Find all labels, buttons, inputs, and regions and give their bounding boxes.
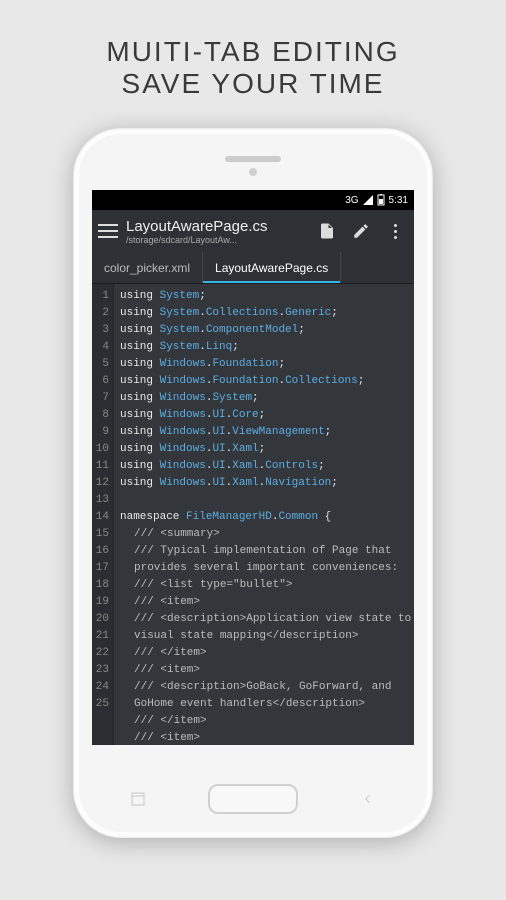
- file-title: LayoutAwarePage.cs: [126, 218, 306, 235]
- code-line[interactable]: /// </item>: [120, 713, 412, 730]
- line-number: 5: [94, 356, 109, 373]
- line-number: 15: [94, 526, 109, 543]
- line-number: 2: [94, 305, 109, 322]
- line-number: 12: [94, 475, 109, 492]
- line-number: 3: [94, 322, 109, 339]
- phone-frame: 3G 5:31 LayoutAwarePage.cs /storage/sdca…: [73, 128, 433, 838]
- tab-1[interactable]: LayoutAwarePage.cs: [203, 252, 341, 283]
- line-number: 17: [94, 560, 109, 577]
- line-number: 9: [94, 424, 109, 441]
- code-line[interactable]: /// Typical implementation of Page that …: [120, 543, 412, 577]
- status-bar: 3G 5:31: [92, 190, 414, 210]
- line-number: 10: [94, 441, 109, 458]
- phone-sensors: [249, 168, 257, 176]
- app-bar: LayoutAwarePage.cs /storage/sdcard/Layou…: [92, 210, 414, 252]
- code-line[interactable]: using Windows.UI.ViewManagement;: [120, 424, 412, 441]
- line-number: 19: [94, 594, 109, 611]
- code-line[interactable]: /// <summary>: [120, 526, 412, 543]
- line-number: 14: [94, 509, 109, 526]
- line-gutter: 1234567891011121314151617181920212223242…: [92, 284, 114, 745]
- code-line[interactable]: using System;: [120, 288, 412, 305]
- code-line[interactable]: using Windows.Foundation.Collections;: [120, 373, 412, 390]
- code-line[interactable]: using System.ComponentModel;: [120, 322, 412, 339]
- network-label: 3G: [345, 195, 358, 206]
- file-path: /storage/sdcard/LayoutAw...: [126, 235, 306, 245]
- code-area[interactable]: using System;using System.Collections.Ge…: [114, 284, 414, 745]
- line-number: 11: [94, 458, 109, 475]
- line-number: 1: [94, 288, 109, 305]
- line-number: 8: [94, 407, 109, 424]
- line-number: 4: [94, 339, 109, 356]
- line-number: 21: [94, 628, 109, 645]
- code-line[interactable]: /// <description>GoBack, GoForward, and …: [120, 679, 412, 713]
- battery-icon: [377, 194, 385, 206]
- overflow-icon[interactable]: [382, 218, 408, 244]
- edit-icon[interactable]: [348, 218, 374, 244]
- line-number: 7: [94, 390, 109, 407]
- code-line[interactable]: using System.Collections.Generic;: [120, 305, 412, 322]
- code-line[interactable]: using Windows.UI.Core;: [120, 407, 412, 424]
- phone-speaker: [225, 156, 281, 162]
- title-block: LayoutAwarePage.cs /storage/sdcard/Layou…: [126, 218, 306, 245]
- code-line[interactable]: using Windows.UI.Xaml;: [120, 441, 412, 458]
- headline-line1: MUITI-TAB EDITING: [106, 36, 399, 68]
- signal-icon: [363, 195, 373, 205]
- line-number: 25: [94, 696, 109, 713]
- code-line[interactable]: using Windows.Foundation;: [120, 356, 412, 373]
- code-editor[interactable]: 1234567891011121314151617181920212223242…: [92, 284, 414, 745]
- code-line[interactable]: namespace FileManagerHD.Common {: [120, 509, 412, 526]
- phone-inner: 3G 5:31 LayoutAwarePage.cs /storage/sdca…: [79, 134, 427, 832]
- line-number: 13: [94, 492, 109, 509]
- code-line[interactable]: using Windows.UI.Xaml.Navigation;: [120, 475, 412, 492]
- code-line[interactable]: /// <description>Application view state …: [120, 611, 412, 645]
- code-line[interactable]: using Windows.System;: [120, 390, 412, 407]
- promo-headline: MUITI-TAB EDITING SAVE YOUR TIME: [106, 36, 399, 100]
- capacitive-recent[interactable]: [359, 790, 377, 808]
- menu-icon[interactable]: [98, 224, 118, 238]
- code-line[interactable]: /// <item>: [120, 730, 412, 745]
- code-line[interactable]: using Windows.UI.Xaml.Controls;: [120, 458, 412, 475]
- line-number: 20: [94, 611, 109, 628]
- headline-line2: SAVE YOUR TIME: [106, 68, 399, 100]
- phone-screen: 3G 5:31 LayoutAwarePage.cs /storage/sdca…: [92, 190, 414, 745]
- code-line[interactable]: [120, 492, 412, 509]
- code-line[interactable]: using System.Linq;: [120, 339, 412, 356]
- line-number: 6: [94, 373, 109, 390]
- line-number: 18: [94, 577, 109, 594]
- capacitive-back[interactable]: [129, 790, 147, 808]
- code-line[interactable]: /// <item>: [120, 662, 412, 679]
- line-number: 24: [94, 679, 109, 696]
- clock: 5:31: [389, 195, 408, 206]
- line-number: 16: [94, 543, 109, 560]
- tab-0[interactable]: color_picker.xml: [92, 252, 203, 283]
- line-number: 23: [94, 662, 109, 679]
- tab-bar: color_picker.xmlLayoutAwarePage.cs: [92, 252, 414, 284]
- code-line[interactable]: /// <list type="bullet">: [120, 577, 412, 594]
- new-file-icon[interactable]: [314, 218, 340, 244]
- home-button[interactable]: [208, 784, 298, 814]
- line-number: 22: [94, 645, 109, 662]
- code-line[interactable]: /// </item>: [120, 645, 412, 662]
- code-line[interactable]: /// <item>: [120, 594, 412, 611]
